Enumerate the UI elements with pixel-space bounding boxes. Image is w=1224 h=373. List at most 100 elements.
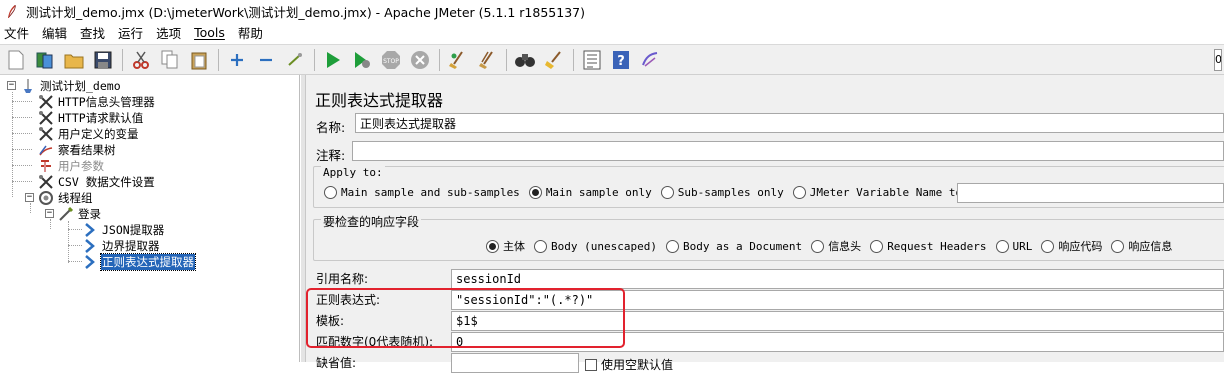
tree-item-label: 正则表达式提取器: [100, 253, 196, 271]
radio-label: Body (unescaped): [551, 239, 657, 253]
tree-item-json-extractor[interactable]: JSON提取器: [82, 222, 165, 238]
stop-icon[interactable]: STOP: [379, 48, 403, 72]
tree-connector: [68, 221, 69, 263]
tree-item-view-results-tree[interactable]: 察看结果树: [38, 142, 117, 158]
tree-connector: [30, 203, 31, 213]
radio-main-only[interactable]: Main sample only: [528, 186, 652, 199]
radio-label: Request Headers: [887, 239, 987, 253]
toggle-icon[interactable]: [283, 48, 307, 72]
tree-item-test-plan[interactable]: 测试计划_demo: [20, 78, 122, 94]
cut-icon[interactable]: [129, 48, 153, 72]
apply-to-options: Main sample and sub-samples Main sample …: [324, 186, 998, 199]
config-wrench-icon: [38, 174, 54, 190]
radio-response-code[interactable]: 响应代码: [1041, 238, 1102, 254]
open-icon[interactable]: [62, 48, 86, 72]
tree-collapse-toggle[interactable]: −: [25, 193, 34, 202]
config-wrench-icon: [38, 110, 54, 126]
radio-label: 响应代码: [1058, 240, 1103, 253]
function-helper-icon[interactable]: [580, 48, 604, 72]
template-input[interactable]: $1$: [451, 311, 1224, 331]
radio-circle: [1111, 239, 1125, 253]
radio-response-headers[interactable]: 信息头: [811, 238, 861, 254]
copy-icon[interactable]: [158, 48, 182, 72]
tree-connector: [12, 149, 32, 150]
tree-item-user-defined-variables[interactable]: 用户定义的变量: [38, 126, 140, 142]
regex-input[interactable]: "sessionId":"(.*?)": [451, 290, 1224, 310]
radio-label: 响应信息: [1128, 240, 1173, 253]
collapse-icon[interactable]: [254, 48, 278, 72]
field-to-check-title: 要检查的响应字段: [321, 213, 422, 230]
tree-item-http-header-manager[interactable]: HTTP信息头管理器: [38, 94, 156, 110]
radio-circle: [1041, 239, 1055, 253]
checkbox-box: [585, 358, 597, 371]
menu-edit[interactable]: 编辑: [42, 23, 67, 42]
use-empty-default-checkbox[interactable]: 使用空默认值: [585, 356, 673, 373]
radio-request-headers[interactable]: Request Headers: [870, 239, 987, 253]
tree-connector: [68, 245, 82, 246]
shutdown-icon[interactable]: [408, 48, 432, 72]
radio-url[interactable]: URL: [995, 239, 1033, 253]
radio-response-message[interactable]: 响应信息: [1111, 238, 1172, 254]
tree-connector: [12, 133, 32, 134]
toolbar-separator: [122, 48, 123, 71]
radio-label: URL: [1012, 239, 1033, 253]
config-wrench-icon: [38, 94, 54, 110]
clear-icon[interactable]: [446, 48, 470, 72]
tree-item-label: 线程组: [58, 191, 93, 205]
radio-main-and-sub[interactable]: Main sample and sub-samples: [324, 186, 520, 199]
match-number-input[interactable]: 0: [451, 332, 1224, 352]
new-icon[interactable]: [4, 48, 28, 72]
radio-body[interactable]: 主体: [486, 238, 525, 254]
radio-body-as-document[interactable]: Body as a Document: [665, 239, 802, 253]
expand-icon[interactable]: [225, 48, 249, 72]
remote-icon[interactable]: [638, 48, 662, 72]
tree-item-thread-group[interactable]: 线程组: [38, 190, 94, 206]
menu-run[interactable]: 运行: [118, 23, 143, 42]
paste-icon[interactable]: [187, 48, 211, 72]
start-no-pause-icon[interactable]: [350, 48, 374, 72]
default-value-input[interactable]: [451, 353, 579, 373]
field-to-check-options: 主体 Body (unescaped) Body as a Document 信…: [486, 238, 1181, 254]
search-icon[interactable]: [513, 48, 537, 72]
save-icon[interactable]: [91, 48, 115, 72]
tree-collapse-toggle[interactable]: −: [45, 209, 54, 218]
match-number-label: 匹配数字(0代表随机):: [316, 335, 434, 349]
tree-item-regex-extractor[interactable]: 正则表达式提取器: [82, 253, 196, 271]
radio-body-unescaped[interactable]: Body (unescaped): [534, 239, 657, 253]
name-input[interactable]: 正则表达式提取器: [355, 113, 1224, 133]
tree-connector: [12, 165, 32, 166]
start-icon[interactable]: [321, 48, 345, 72]
help-icon[interactable]: ?: [609, 48, 633, 72]
tree-item-csv-data-set-config[interactable]: CSV 数据文件设置: [38, 174, 156, 190]
jmeter-variable-input[interactable]: [957, 183, 1224, 203]
reference-name-input[interactable]: sessionId: [451, 269, 1224, 289]
tree-connector: [50, 219, 51, 229]
tree-item-label: 察看结果树: [58, 143, 116, 157]
tree-item-http-request-defaults[interactable]: HTTP请求默认值: [38, 110, 144, 126]
templates-icon[interactable]: [33, 48, 57, 72]
menu-help[interactable]: 帮助: [238, 23, 263, 42]
listener-icon: [38, 142, 54, 158]
menu-search[interactable]: 查找: [80, 23, 105, 42]
tree-item-label: 登录: [78, 207, 101, 221]
radio-sub-only[interactable]: Sub-samples only: [660, 186, 784, 199]
tree-item-boundary-extractor[interactable]: 边界提取器: [82, 238, 161, 254]
svg-text:STOP: STOP: [383, 58, 399, 65]
menu-file[interactable]: 文件: [4, 23, 29, 42]
template-label: 模板:: [316, 314, 345, 328]
clear-all-icon[interactable]: [475, 48, 499, 72]
comment-input[interactable]: [352, 141, 1224, 161]
reset-search-icon[interactable]: [542, 48, 566, 72]
tree-item-user-parameters[interactable]: 用户参数: [38, 158, 105, 174]
radio-circle: [870, 239, 884, 253]
thread-group-icon: [38, 190, 54, 206]
menu-tools[interactable]: Tools: [194, 25, 225, 40]
tree-connector: [68, 229, 82, 230]
tree-item-login-sampler[interactable]: 登录: [58, 206, 102, 222]
regex-extractor-panel: 正则表达式提取器 名称: 正则表达式提取器 注释: Apply to: Main…: [306, 75, 1224, 373]
tree-collapse-toggle[interactable]: −: [7, 81, 16, 90]
config-wrench-icon: [38, 126, 54, 142]
radio-circle: [324, 186, 337, 199]
tree-item-label: 测试计划_demo: [40, 79, 121, 93]
menu-options[interactable]: 选项: [156, 23, 181, 42]
